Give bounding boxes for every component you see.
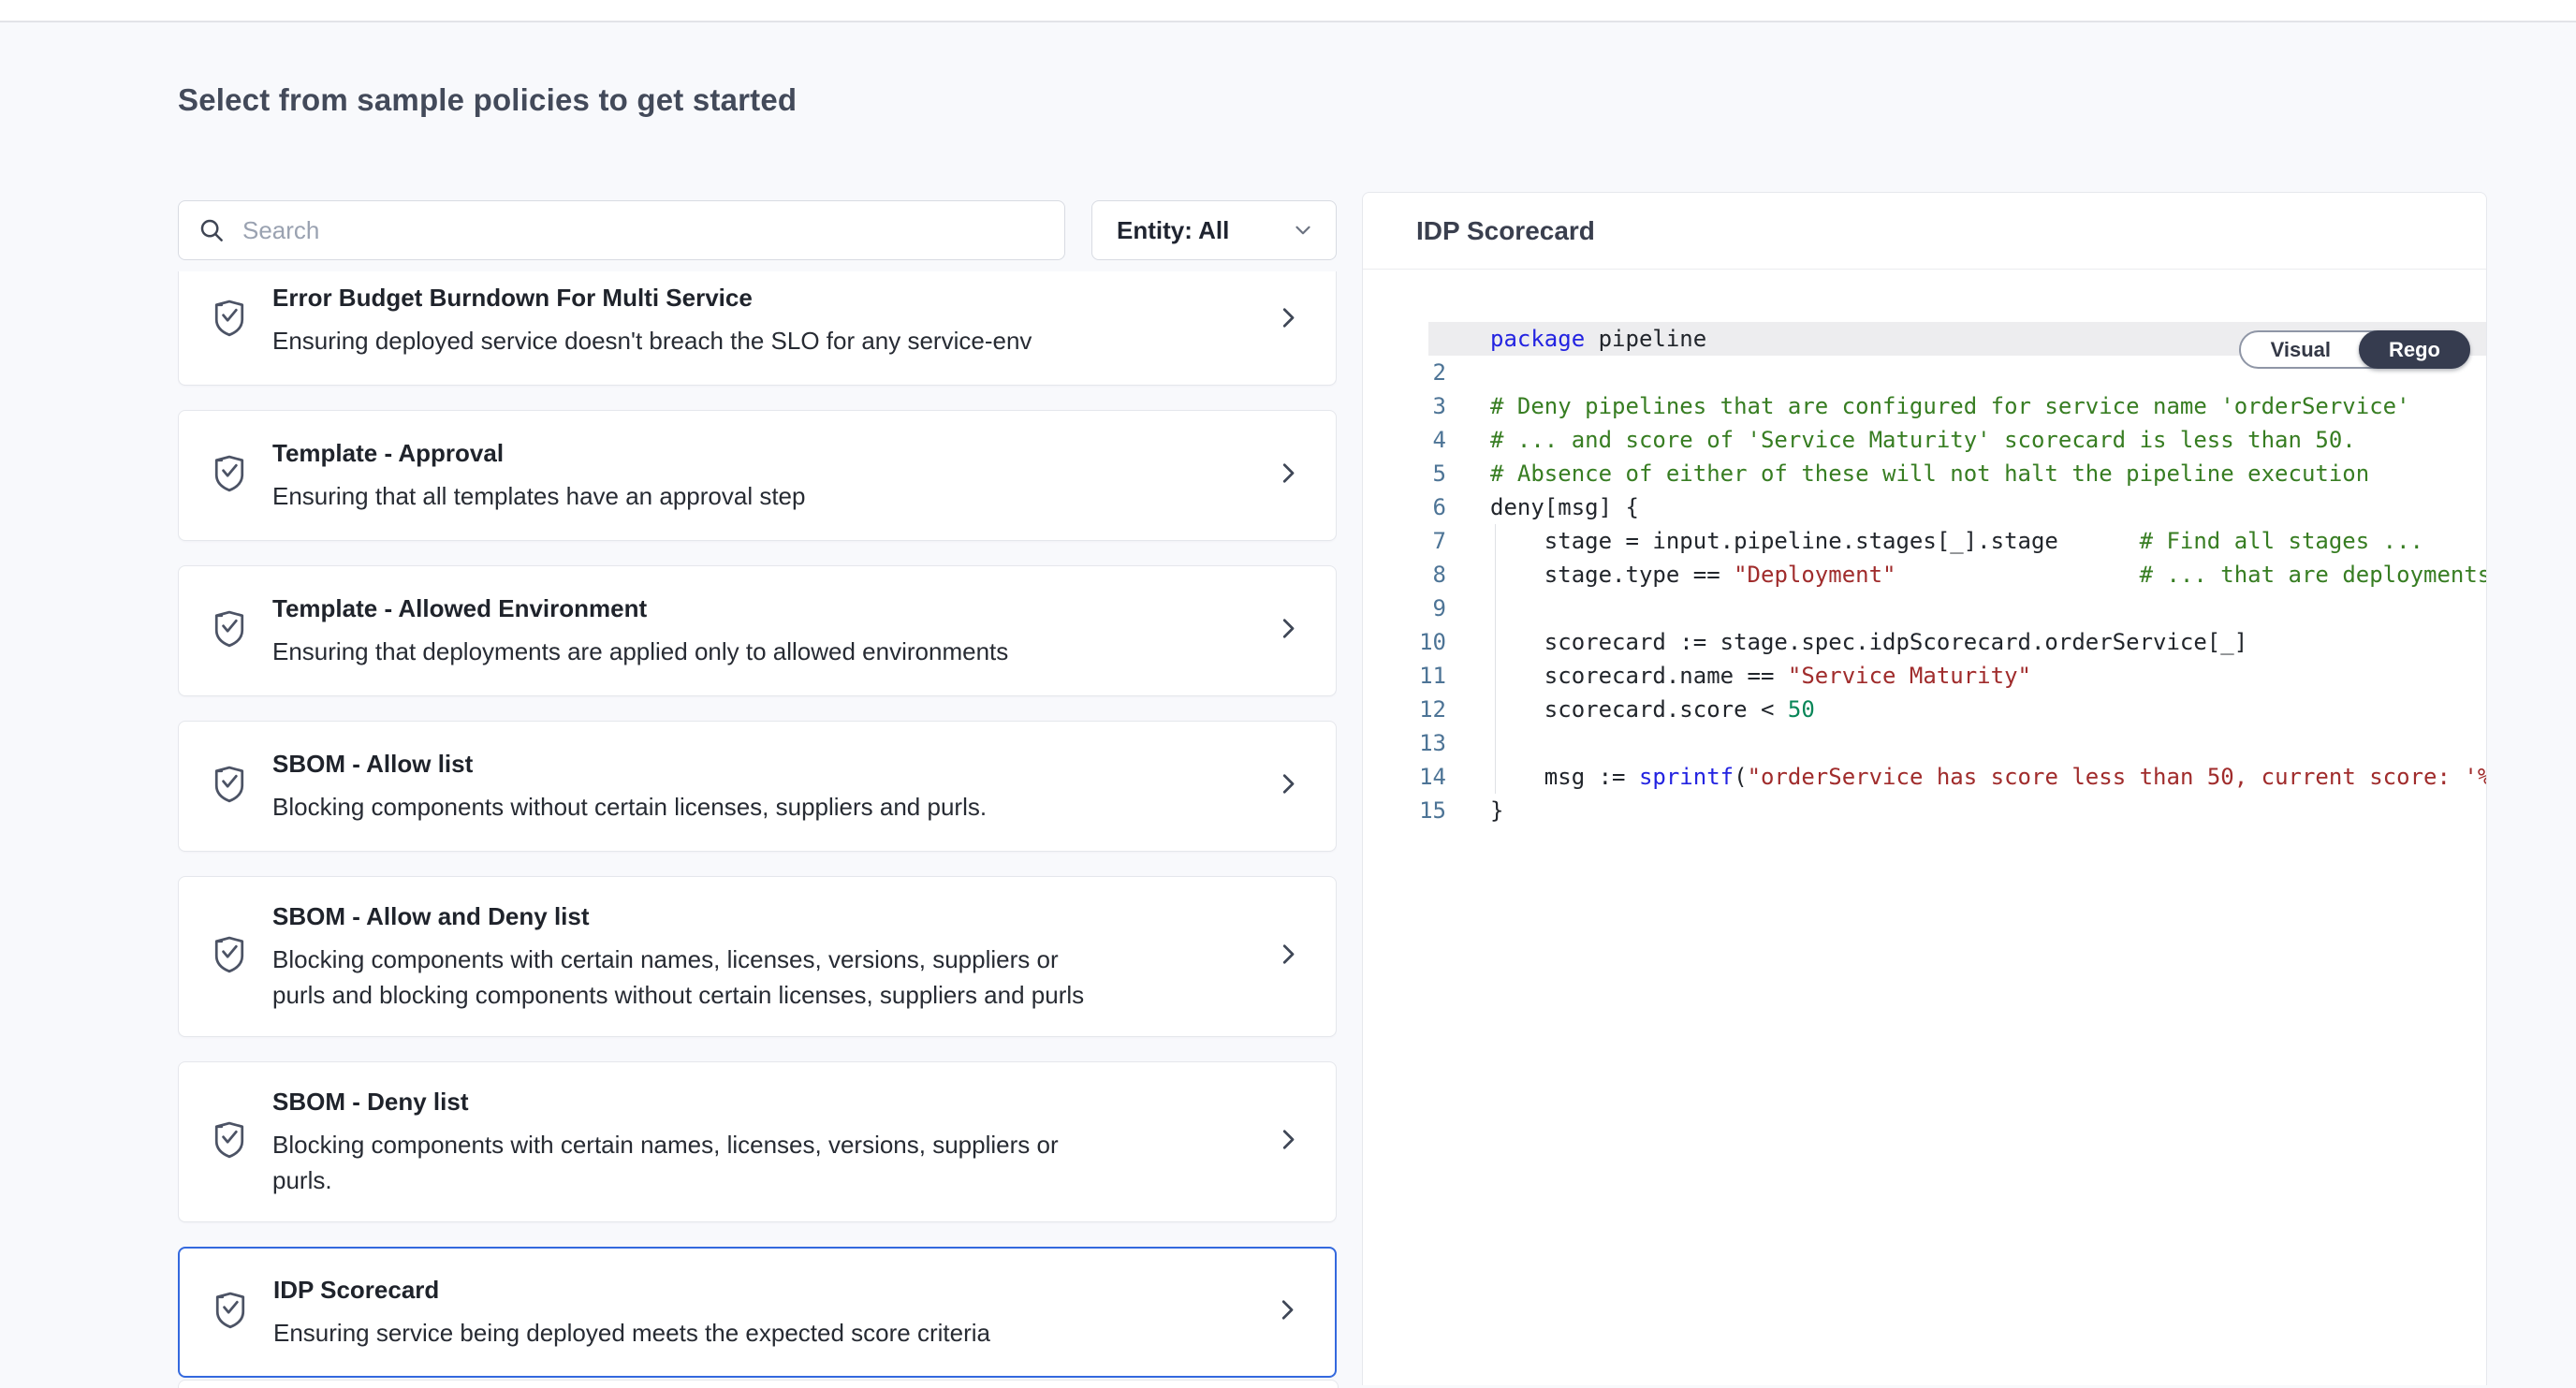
code-line[interactable]: 6deny[msg] { [1363, 490, 2486, 524]
code-line-content: # Absence of either of these will not ha… [1446, 457, 2486, 490]
line-number: 11 [1363, 659, 1446, 693]
line-number: 7 [1363, 524, 1446, 558]
chevron-right-icon[interactable] [1274, 939, 1302, 975]
entity-filter-dropdown[interactable]: Entity: All [1091, 200, 1337, 260]
shield-check-icon [209, 297, 250, 344]
panel-header: IDP Scorecard [1363, 193, 2486, 270]
code-line[interactable]: 13 [1363, 726, 2486, 760]
shield-check-icon [209, 607, 250, 655]
policy-description: Ensuring that all templates have an appr… [272, 478, 805, 514]
chevron-down-icon [1291, 218, 1315, 242]
policy-card[interactable]: IDP Scorecard Ensuring service being depl… [178, 1247, 1337, 1378]
shield-check-icon [210, 1289, 251, 1337]
policy-card[interactable]: SBOM - Allow and Deny list Blocking compo… [178, 876, 1337, 1037]
code-line[interactable]: 15} [1363, 794, 2486, 827]
code-line-content: scorecard := stage.spec.idpScorecard.ord… [1446, 625, 2486, 659]
chevron-right-icon[interactable] [1274, 768, 1302, 805]
panel-title: IDP Scorecard [1416, 216, 1595, 246]
policy-title: Error Budget Burndown For Multi Service [272, 282, 1032, 314]
policy-list[interactable]: Error Budget Burndown For Multi Service E… [178, 271, 1337, 1380]
shield-check-icon [209, 933, 250, 981]
line-number: 12 [1363, 693, 1446, 726]
line-number: 14 [1363, 760, 1446, 794]
code-line[interactable]: 5# Absence of either of these will not h… [1363, 457, 2486, 490]
list-controls: Entity: All [178, 200, 1337, 260]
code-line[interactable]: 12 scorecard.score < 50 [1363, 693, 2486, 726]
line-number: 13 [1363, 726, 1446, 760]
code-line[interactable]: 14 msg := sprintf("orderService has scor… [1363, 760, 2486, 794]
entity-filter-label: Entity: All [1117, 216, 1229, 245]
indent-guide [1495, 524, 1496, 794]
code-line[interactable]: 11 scorecard.name == "Service Maturity" [1363, 659, 2486, 693]
policy-card[interactable]: Template - Approval Ensuring that all tem… [178, 410, 1337, 541]
code-line[interactable]: 10 scorecard := stage.spec.idpScorecard.… [1363, 625, 2486, 659]
code-line-content: scorecard.name == "Service Maturity" [1446, 659, 2486, 693]
next-card-peek [178, 1380, 1339, 1388]
line-number: 9 [1363, 592, 1446, 625]
policy-title: SBOM - Deny list [272, 1086, 1096, 1118]
policy-description: Ensuring service being deployed meets th… [273, 1315, 990, 1351]
policy-description: Blocking components without certain lice… [272, 789, 987, 825]
code-line-content: # Deny pipelines that are configured for… [1446, 389, 2486, 423]
search-icon [198, 216, 226, 244]
policy-card[interactable]: SBOM - Allow list Blocking components wit… [178, 721, 1337, 852]
policy-card[interactable]: Template - Allowed Environment Ensuring t… [178, 565, 1337, 696]
line-number: 4 [1363, 423, 1446, 457]
policy-title: SBOM - Allow and Deny list [272, 900, 1096, 932]
code-line[interactable]: 9 [1363, 592, 2486, 625]
policy-card[interactable]: SBOM - Deny list Blocking components with… [178, 1061, 1337, 1222]
shield-check-icon [209, 763, 250, 811]
code-line-content [1446, 726, 2486, 760]
policy-card[interactable]: Error Budget Burndown For Multi Service E… [178, 271, 1337, 386]
code-line-content: # ... and score of 'Service Maturity' sc… [1446, 423, 2486, 457]
policy-description: Ensuring that deployments are applied on… [272, 634, 1008, 669]
search-input[interactable] [241, 215, 1046, 246]
code-lines: 1package pipeline23# Deny pipelines that… [1363, 322, 2486, 827]
visual-toggle-button[interactable]: Visual [2241, 332, 2359, 367]
chevron-right-icon[interactable] [1274, 458, 1302, 494]
policy-title: SBOM - Allow list [272, 748, 987, 780]
policy-description: Blocking components with certain names, … [272, 942, 1096, 1013]
policy-title: Template - Approval [272, 437, 805, 469]
search-box[interactable] [178, 200, 1065, 260]
chevron-right-icon[interactable] [1274, 302, 1302, 339]
line-number: 15 [1363, 794, 1446, 827]
code-line[interactable]: 7 stage = input.pipeline.stages[_].stage… [1363, 524, 2486, 558]
line-number: 10 [1363, 625, 1446, 659]
code-line[interactable]: 4# ... and score of 'Service Maturity' s… [1363, 423, 2486, 457]
shield-check-icon [209, 1118, 250, 1166]
line-number: 6 [1363, 490, 1446, 524]
line-number: 2 [1363, 356, 1446, 389]
policy-description: Ensuring deployed service doesn't breach… [272, 323, 1032, 358]
code-editor[interactable]: Visual Rego 1package pipeline23# Deny pi… [1363, 270, 2486, 1385]
chevron-right-icon[interactable] [1274, 613, 1302, 650]
code-line-content: stage.type == "Deployment" # ... that ar… [1446, 558, 2486, 592]
page-title: Select from sample policies to get start… [178, 82, 797, 118]
code-line-content [1446, 592, 2486, 625]
line-number: 8 [1363, 558, 1446, 592]
visual-rego-toggle: Visual Rego [2239, 330, 2470, 369]
shield-check-icon [209, 452, 250, 500]
line-number: 5 [1363, 457, 1446, 490]
policy-title: Template - Allowed Environment [272, 592, 1008, 624]
policy-title: IDP Scorecard [273, 1274, 990, 1306]
top-bar [0, 0, 2576, 22]
code-line[interactable]: 8 stage.type == "Deployment" # ... that … [1363, 558, 2486, 592]
code-line-content: scorecard.score < 50 [1446, 693, 2486, 726]
rego-toggle-button[interactable]: Rego [2359, 330, 2470, 369]
line-number: 3 [1363, 389, 1446, 423]
policy-detail-panel: IDP Scorecard Visual Rego 1package pipel… [1362, 192, 2487, 1385]
code-line-content: deny[msg] { [1446, 490, 2486, 524]
code-line[interactable]: 3# Deny pipelines that are configured fo… [1363, 389, 2486, 423]
code-line-content: stage = input.pipeline.stages[_].stage #… [1446, 524, 2486, 558]
chevron-right-icon[interactable] [1274, 1124, 1302, 1161]
code-line-content: msg := sprintf("orderService has score l… [1446, 760, 2486, 794]
code-line-content: } [1446, 794, 2486, 827]
chevron-right-icon[interactable] [1273, 1294, 1301, 1331]
policy-description: Blocking components with certain names, … [272, 1127, 1096, 1198]
